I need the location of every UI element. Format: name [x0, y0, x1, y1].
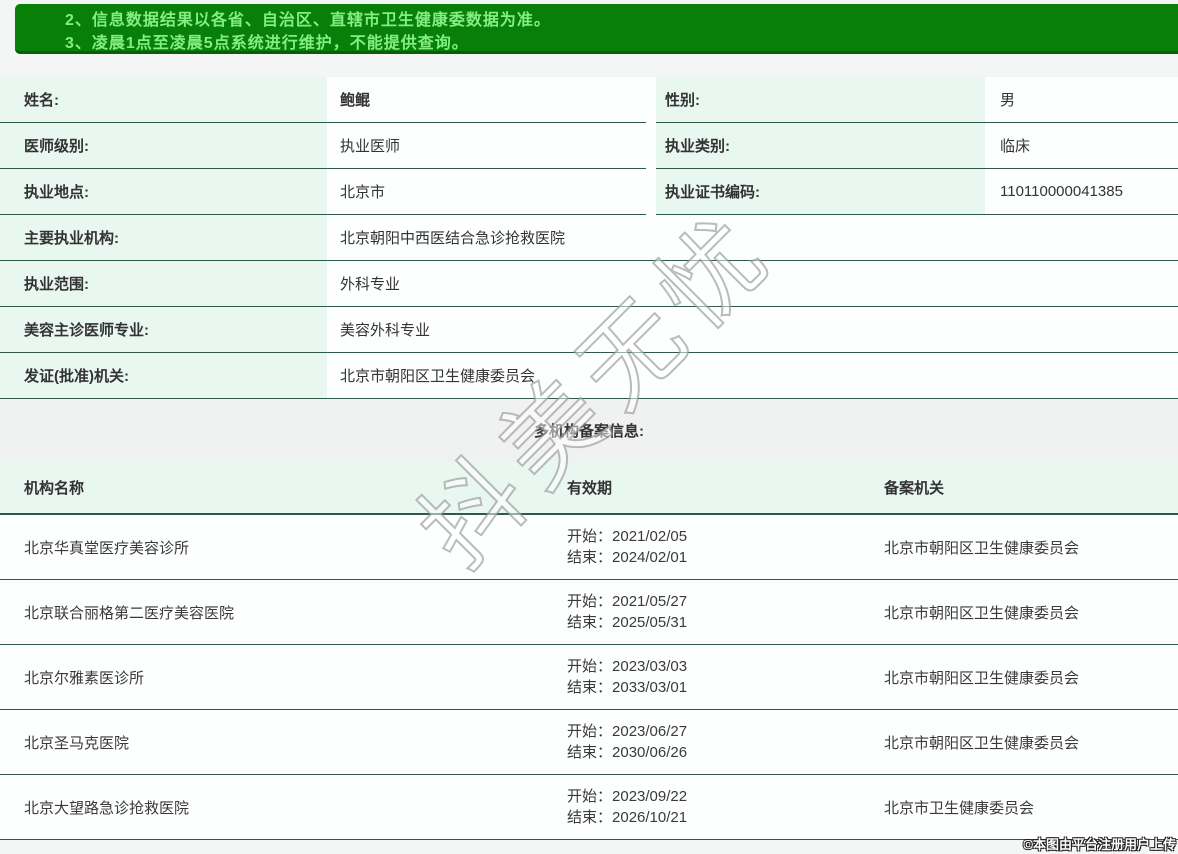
multi-institution-table: 机构名称 有效期 备案机关 北京华真堂医疗美容诊所 开始：2021/02/05 …: [0, 461, 1178, 840]
table-row: 北京圣马克医院 开始：2023/06/27 结束：2030/06/26 北京市朝…: [0, 710, 1178, 775]
institution-name: 北京华真堂医疗美容诊所: [0, 537, 567, 558]
info-row-cosmetic-specialty: 美容主诊医师专业: 美容外科专业: [0, 307, 1178, 353]
copyright-watermark: ©本图由平台注册用户上传: [1023, 834, 1176, 853]
gender-label: 性别:: [656, 77, 985, 123]
info-row-location-certificate: 执业地点: 北京市 执业证书编码: 110110000041385: [0, 169, 1178, 215]
column-gap: [646, 123, 656, 169]
validity-end: 结束：2026/10/21: [567, 807, 884, 828]
info-row-issuing-authority: 发证(批准)机关: 北京市朝阳区卫生健康委员会: [0, 353, 1178, 399]
name-value: 鲍鲲: [327, 77, 646, 123]
header-record-authority: 备案机关: [884, 477, 1178, 498]
info-row-practice-scope: 执业范围: 外科专业: [0, 261, 1178, 307]
notice-line-3: 3、凌晨1点至凌晨5点系统进行维护，不能提供查询。: [65, 32, 1178, 55]
institution-name: 北京大望路急诊抢救医院: [0, 797, 567, 818]
validity-period: 开始：2023/09/22 结束：2026/10/21: [567, 786, 884, 828]
info-row-main-institution: 主要执业机构: 北京朝阳中西医结合急诊抢救医院: [0, 215, 1178, 261]
gender-value: 男: [985, 77, 1178, 123]
record-authority: 北京市朝阳区卫生健康委员会: [884, 537, 1178, 558]
org-table-header-row: 机构名称 有效期 备案机关: [0, 461, 1178, 515]
record-authority: 北京市朝阳区卫生健康委员会: [884, 667, 1178, 688]
issuing-authority-label: 发证(批准)机关:: [0, 353, 327, 399]
validity-end: 结束：2033/03/01: [567, 677, 884, 698]
validity-period: 开始：2021/05/27 结束：2025/05/31: [567, 591, 884, 633]
practice-location-label: 执业地点:: [0, 169, 327, 215]
validity-start: 开始：2023/03/03: [567, 656, 884, 677]
validity-start: 开始：2023/06/27: [567, 721, 884, 742]
info-row-name-gender: 姓名: 鲍鲲 性别: 男: [0, 77, 1178, 123]
cosmetic-specialty-label: 美容主诊医师专业:: [0, 307, 327, 353]
validity-start: 开始：2021/05/27: [567, 591, 884, 612]
main-institution-label: 主要执业机构:: [0, 215, 327, 261]
institution-name: 北京圣马克医院: [0, 732, 567, 753]
table-row: 北京大望路急诊抢救医院 开始：2023/09/22 结束：2026/10/21 …: [0, 775, 1178, 840]
practice-location-value: 北京市: [327, 169, 646, 215]
license-query-result-page: 2、信息数据结果以各省、自治区、直辖市卫生健康委数据为准。 3、凌晨1点至凌晨5…: [0, 0, 1178, 854]
validity-period: 开始：2023/06/27 结束：2030/06/26: [567, 721, 884, 763]
section-title: 多机构备案信息:: [534, 420, 644, 441]
validity-start: 开始：2023/09/22: [567, 786, 884, 807]
validity-end: 结束：2024/02/01: [567, 547, 884, 568]
record-authority: 北京市卫生健康委员会: [884, 797, 1178, 818]
doctor-info-table: 姓名: 鲍鲲 性别: 男 医师级别: 执业医师 执业类别: 临床 执业地点: 北…: [0, 77, 1178, 399]
info-row-level-category: 医师级别: 执业医师 执业类别: 临床: [0, 123, 1178, 169]
record-authority: 北京市朝阳区卫生健康委员会: [884, 602, 1178, 623]
cosmetic-specialty-value: 美容外科专业: [327, 307, 1178, 353]
table-row: 北京华真堂医疗美容诊所 开始：2021/02/05 结束：2024/02/01 …: [0, 515, 1178, 580]
main-institution-value: 北京朝阳中西医结合急诊抢救医院: [327, 215, 1178, 261]
name-label: 姓名:: [0, 77, 327, 123]
institution-name: 北京联合丽格第二医疗美容医院: [0, 602, 567, 623]
table-row: 北京联合丽格第二医疗美容医院 开始：2021/05/27 结束：2025/05/…: [0, 580, 1178, 645]
practice-scope-label: 执业范围:: [0, 261, 327, 307]
doctor-level-label: 医师级别:: [0, 123, 327, 169]
certificate-number-value: 110110000041385: [985, 169, 1178, 215]
validity-end: 结束：2030/06/26: [567, 742, 884, 763]
notice-banner: 2、信息数据结果以各省、自治区、直辖市卫生健康委数据为准。 3、凌晨1点至凌晨5…: [15, 4, 1178, 54]
practice-category-label: 执业类别:: [656, 123, 985, 169]
table-row: 北京尔雅素医诊所 开始：2023/03/03 结束：2033/03/01 北京市…: [0, 645, 1178, 710]
column-gap: [646, 169, 656, 215]
notice-line-2: 2、信息数据结果以各省、自治区、直辖市卫生健康委数据为准。: [65, 9, 1178, 32]
doctor-level-value: 执业医师: [327, 123, 646, 169]
header-validity: 有效期: [567, 477, 884, 498]
validity-period: 开始：2021/02/05 结束：2024/02/01: [567, 526, 884, 568]
practice-category-value: 临床: [985, 123, 1178, 169]
institution-name: 北京尔雅素医诊所: [0, 667, 567, 688]
header-institution-name: 机构名称: [0, 477, 567, 498]
issuing-authority-value: 北京市朝阳区卫生健康委员会: [327, 353, 1178, 399]
validity-end: 结束：2025/05/31: [567, 612, 884, 633]
validity-start: 开始：2021/02/05: [567, 526, 884, 547]
validity-period: 开始：2023/03/03 结束：2033/03/01: [567, 656, 884, 698]
column-gap: [646, 77, 656, 123]
record-authority: 北京市朝阳区卫生健康委员会: [884, 732, 1178, 753]
practice-scope-value: 外科专业: [327, 261, 1178, 307]
certificate-number-label: 执业证书编码:: [656, 169, 985, 215]
multi-institution-section-bar: 多机构备案信息:: [0, 399, 1178, 461]
